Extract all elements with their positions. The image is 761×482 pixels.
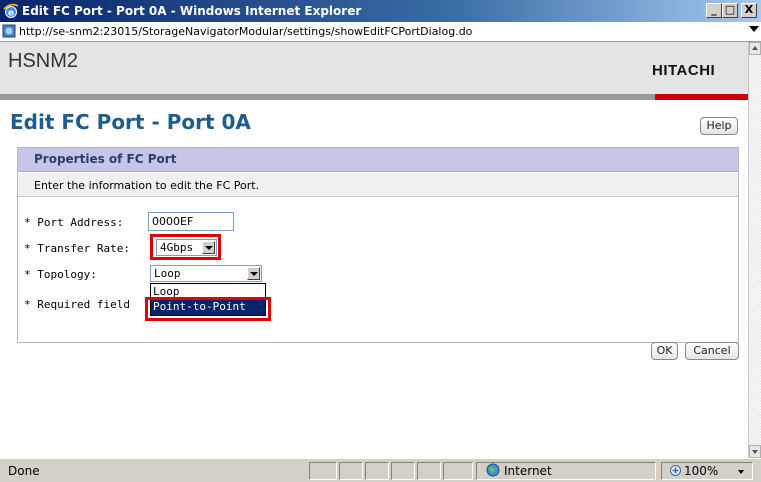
help-button[interactable]: Help	[700, 117, 738, 135]
globe-icon	[486, 463, 500, 477]
header-stripe-gray	[0, 94, 655, 100]
hitachi-logo: HITACHI	[652, 62, 716, 79]
topology-label: * Topology:	[24, 268, 97, 281]
address-bar[interactable]: http://se-snm2:23015/StorageNavigatorMod…	[0, 22, 761, 42]
url-text[interactable]: http://se-snm2:23015/StorageNavigatorMod…	[19, 25, 472, 38]
status-text: Done	[8, 464, 40, 478]
zone-segment	[476, 462, 656, 480]
status-segment	[417, 462, 441, 480]
vertical-scrollbar[interactable]	[748, 42, 761, 458]
scroll-up-icon[interactable]	[749, 42, 761, 55]
ok-button[interactable]: OK	[651, 342, 678, 360]
panel-heading-text: Properties of FC Port	[34, 152, 177, 166]
maximize-button[interactable]: □	[722, 3, 738, 18]
status-segment	[309, 462, 337, 480]
browser-window: e Edit FC Port - Port 0A - Windows Inter…	[0, 0, 761, 482]
zoom-text[interactable]: 100%	[684, 464, 718, 478]
header-stripe-red	[655, 94, 748, 100]
panel-description: Enter the information to edit the FC Por…	[18, 173, 738, 197]
status-segment	[365, 462, 389, 480]
status-segment	[391, 462, 415, 480]
chevron-down-icon[interactable]	[247, 267, 260, 280]
port-address-label: * Port Address:	[24, 216, 124, 229]
page-icon	[2, 24, 16, 38]
app-header: HSNM2 HITACHI	[0, 42, 748, 100]
minimize-button[interactable]: _	[706, 3, 722, 18]
page-title: Edit FC Port - Port 0A	[10, 110, 251, 134]
topology-value: Loop	[154, 267, 181, 280]
svg-text:e: e	[8, 9, 14, 19]
cancel-button[interactable]: Cancel	[685, 342, 739, 360]
status-bar: Done Internet 100%	[0, 458, 761, 482]
transfer-rate-label: * Transfer Rate:	[24, 242, 130, 255]
required-field-note: * Required field	[24, 298, 130, 311]
topology-select[interactable]: Loop	[150, 265, 262, 282]
address-dropdown-icon[interactable]	[749, 26, 759, 32]
status-segment	[339, 462, 363, 480]
panel-description-text: Enter the information to edit the FC Por…	[34, 179, 260, 192]
transfer-rate-highlight	[150, 234, 221, 260]
zoom-dropdown-icon[interactable]	[738, 470, 744, 474]
app-name: HSNM2	[8, 50, 79, 72]
zone-text: Internet	[504, 464, 552, 478]
window-title: Edit FC Port - Port 0A - Windows Interne…	[22, 4, 362, 18]
port-address-input[interactable]: 0000EF	[148, 212, 234, 231]
title-bar: e Edit FC Port - Port 0A - Windows Inter…	[0, 0, 761, 22]
internet-explorer-icon: e	[3, 3, 19, 19]
topology-option-highlight	[145, 297, 271, 321]
panel-heading: Properties of FC Port	[18, 148, 738, 172]
scroll-down-icon[interactable]	[749, 445, 761, 458]
close-button[interactable]: X	[741, 3, 757, 18]
zoom-icon[interactable]	[669, 464, 682, 477]
status-segment	[443, 462, 473, 480]
